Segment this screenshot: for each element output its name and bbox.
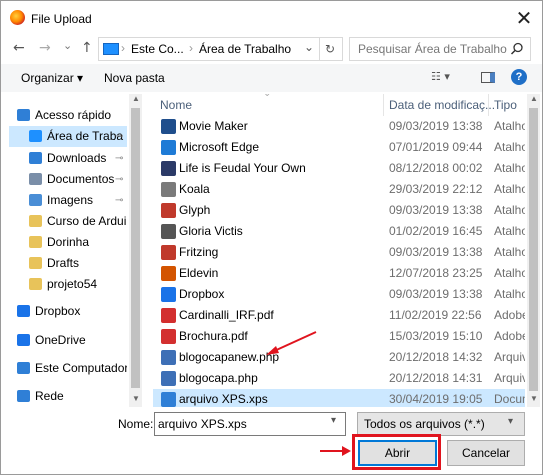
annotation-arrows <box>266 331 351 456</box>
